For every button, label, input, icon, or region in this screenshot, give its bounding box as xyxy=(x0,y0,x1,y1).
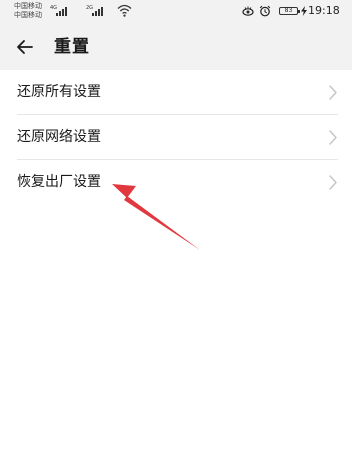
reset-all-settings-label: 还原所有设置 xyxy=(17,84,101,100)
sim2-signal-icon: 2G xyxy=(86,5,106,17)
chevron-right-icon xyxy=(329,175,337,190)
wifi-icon xyxy=(117,4,132,17)
sim1-signal-icon: 4G xyxy=(50,5,70,17)
reset-network-settings-label: 还原网络设置 xyxy=(17,129,101,145)
carrier-labels: 中国移动 中国移动 xyxy=(14,2,42,20)
reset-all-settings-item[interactable]: 还原所有设置 xyxy=(0,70,352,115)
status-right-group: 83 19:18 xyxy=(242,4,342,18)
carrier-1: 中国移动 xyxy=(14,2,42,10)
alarm-icon xyxy=(259,5,271,17)
factory-reset-label: 恢复出厂设置 xyxy=(17,174,101,190)
factory-reset-item[interactable]: 恢复出厂设置 xyxy=(0,160,352,205)
battery-icon: 83 xyxy=(279,7,300,15)
chevron-right-icon xyxy=(329,130,337,145)
eye-comfort-icon xyxy=(242,6,254,16)
battery-level: 83 xyxy=(284,7,293,14)
chevron-right-icon xyxy=(329,85,337,100)
charging-icon xyxy=(301,6,307,16)
arrow-left-icon[interactable] xyxy=(12,33,40,61)
page-title: 重置 xyxy=(54,37,90,57)
settings-list: 还原所有设置 还原网络设置 恢复出厂设置 xyxy=(0,70,352,472)
reset-network-settings-item[interactable]: 还原网络设置 xyxy=(0,115,352,160)
clock: 19:18 xyxy=(308,4,340,17)
screen: 中国移动 中国移动 4G 2G 83 19:18 重置 还原所有设置 还原网络设… xyxy=(0,0,352,472)
carrier-2: 中国移动 xyxy=(14,11,42,19)
app-header: 重置 xyxy=(0,24,352,70)
status-bar: 中国移动 中国移动 4G 2G 83 19:18 xyxy=(0,0,352,24)
